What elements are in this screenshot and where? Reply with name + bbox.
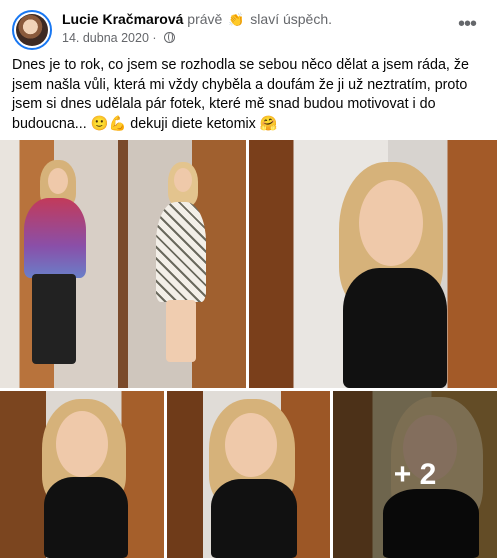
photo-2[interactable] <box>249 140 497 388</box>
author-name[interactable]: Lucie Kračmarová <box>62 11 183 27</box>
photo-subject <box>32 274 76 364</box>
globe-icon[interactable] <box>164 32 176 43</box>
photo-subject <box>156 202 206 302</box>
photo-subject <box>56 411 108 477</box>
photo-3[interactable] <box>0 391 164 558</box>
photo-5[interactable]: + 2 <box>333 391 497 558</box>
avatar[interactable] <box>12 10 52 50</box>
photo-subject <box>211 479 297 558</box>
post-header-text: Lucie Kračmarová právě 👏 slaví úspěch. 1… <box>62 10 332 45</box>
post-date[interactable]: 14. dubna 2020 <box>62 31 149 45</box>
avatar-image <box>16 14 48 46</box>
photo-subject <box>166 300 196 362</box>
photo-subject <box>359 180 423 266</box>
photo-subject <box>225 413 277 477</box>
post-text: Dnes je to rok, co jsem se rozhodla se s… <box>12 57 469 132</box>
photo-grid: + 2 <box>0 140 497 558</box>
photo-subject <box>48 168 68 194</box>
clapping-hands-icon: 👏 <box>228 12 245 27</box>
photo-subject <box>343 268 447 388</box>
meta-separator: · <box>152 31 157 45</box>
photo-1[interactable] <box>0 140 246 388</box>
photo-subject <box>44 477 128 558</box>
author-line: Lucie Kračmarová právě 👏 slaví úspěch. <box>62 10 332 29</box>
post-header: Lucie Kračmarová právě 👏 slaví úspěch. 1… <box>12 10 485 50</box>
photo-subject <box>24 198 86 278</box>
activity-text: slaví úspěch. <box>250 11 333 27</box>
more-icon[interactable]: ••• <box>455 14 479 38</box>
photo-4[interactable] <box>167 391 330 558</box>
photo-subject <box>174 168 192 192</box>
post-meta: 14. dubna 2020 · <box>62 31 332 45</box>
more-photos-count[interactable]: + 2 <box>333 391 497 558</box>
activity-prefix: právě <box>187 11 223 27</box>
